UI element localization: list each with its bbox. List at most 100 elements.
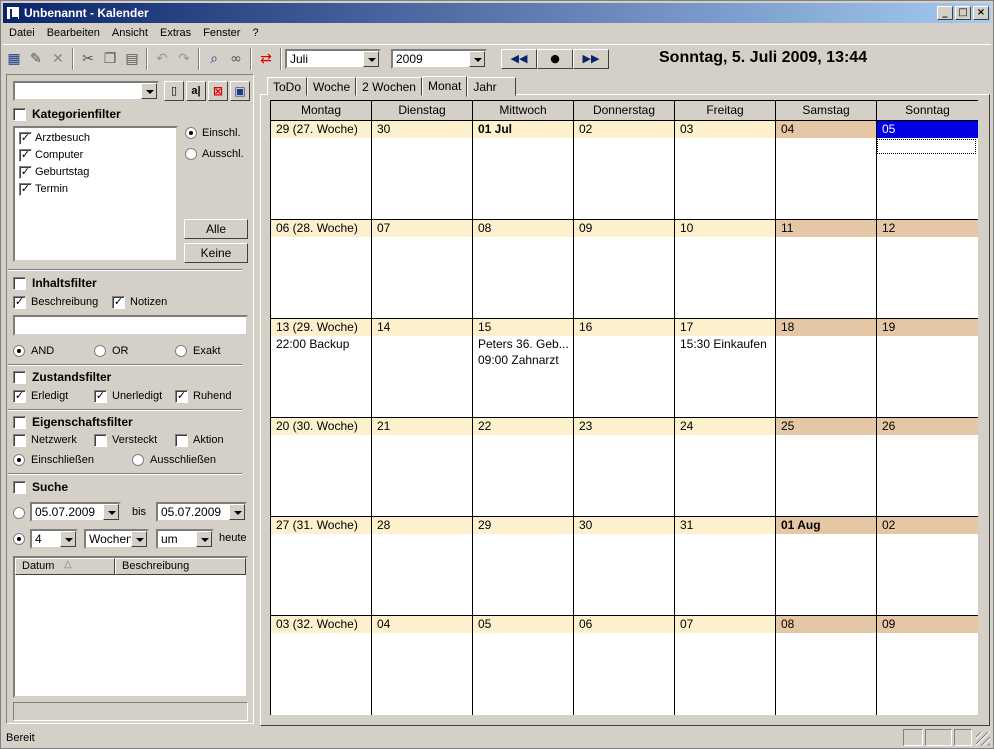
to-date-picker[interactable]: 05.07.2009 [156,502,247,522]
day-cell[interactable]: 17 15:30 Einkaufen [675,319,776,418]
beschreibung-checkbox[interactable]: ✓ [13,296,26,309]
day-cell[interactable]: 11 [776,220,877,319]
day-cell[interactable]: 03 (32. Woche) [271,616,372,715]
chevron-down-icon[interactable] [141,83,157,99]
paste-icon[interactable]: ▤ [121,48,143,70]
col-beschreibung-header[interactable]: Beschreibung [115,558,246,575]
day-cell[interactable]: 28 [372,517,473,616]
month-select[interactable]: Juli [285,48,381,69]
day-cell[interactable]: 26 [877,418,978,517]
edit-icon[interactable]: ✎ [25,48,47,70]
erledigt-checkbox[interactable]: ✓ [13,390,26,403]
ausschliessen-radio[interactable] [132,454,144,466]
day-cell[interactable]: 02 [877,517,978,616]
minimize-button[interactable]: _ [937,6,953,20]
tab-monat[interactable]: Monat [421,76,468,97]
tab-todo[interactable]: ToDo [267,77,308,96]
selection-box[interactable] [877,139,976,154]
day-cell[interactable]: 25 [776,418,877,517]
aktion-checkbox[interactable] [175,434,188,447]
day-cell[interactable]: 10 [675,220,776,319]
category-checkbox-termin[interactable]: ✓ [19,183,32,196]
day-cell[interactable]: 07 [372,220,473,319]
einschl-radio[interactable] [185,127,197,139]
find-next-icon[interactable]: ∞ [225,48,247,70]
day-cell[interactable]: 31 [675,517,776,616]
chevron-down-icon[interactable] [229,504,245,520]
delete-icon[interactable]: ✕ [47,48,69,70]
calendar-event[interactable]: 15:30 Einkaufen [675,336,775,352]
tab-2-wochen[interactable]: 2 Wochen [356,77,422,96]
tab-jahr[interactable]: Jahr [467,77,516,96]
suche-checkbox[interactable] [13,481,26,494]
calendar-event[interactable]: 22:00 Backup [271,336,371,352]
chevron-down-icon[interactable] [196,531,212,547]
cut-icon[interactable]: ✂ [77,48,99,70]
day-cell[interactable]: 09 [877,616,978,715]
results-list[interactable]: Datum △ Beschreibung [13,556,248,698]
day-cell[interactable]: 27 (31. Woche) [271,517,372,616]
rename-filter-button[interactable]: a| [186,81,206,101]
sync-icon[interactable]: ⇄ [255,48,277,70]
day-cell[interactable]: 06 [574,616,675,715]
day-cell[interactable]: 12 [877,220,978,319]
day-cell[interactable]: 21 [372,418,473,517]
menu-datei[interactable]: Datei [3,27,41,39]
menu-fenster[interactable]: Fenster [197,27,246,39]
inhaltsfilter-checkbox[interactable] [13,277,26,290]
day-cell[interactable]: 24 [675,418,776,517]
netzwerk-checkbox[interactable] [13,434,26,447]
day-cell[interactable]: 05 [877,121,978,220]
day-cell[interactable]: 29 [473,517,574,616]
day-cell[interactable]: 08 [776,616,877,715]
day-cell[interactable]: 08 [473,220,574,319]
menu-extras[interactable]: Extras [154,27,197,39]
category-checkbox-computer[interactable]: ✓ [19,149,32,162]
day-cell[interactable]: 02 [574,121,675,220]
day-cell[interactable]: 14 [372,319,473,418]
col-datum-header[interactable]: Datum △ [15,558,115,575]
menu-help[interactable]: ? [246,27,264,39]
day-cell[interactable]: 19 [877,319,978,418]
filter-preset-select[interactable] [13,81,159,101]
day-cell[interactable]: 16 [574,319,675,418]
unit-select[interactable]: Wochen [84,529,149,549]
day-cell[interactable]: 18 [776,319,877,418]
count-select[interactable]: 4 [30,529,78,549]
day-cell[interactable]: 05 [473,616,574,715]
date-range-radio[interactable] [13,507,25,519]
um-select[interactable]: um [156,529,214,549]
day-cell[interactable]: 13 (29. Woche) 22:00 Backup [271,319,372,418]
day-cell[interactable]: 01 Aug [776,517,877,616]
calendar-event[interactable]: Peters 36. Geb... [473,336,573,352]
chevron-down-icon[interactable] [363,50,379,67]
keine-button[interactable]: Keine [184,243,248,263]
zustandsfilter-checkbox[interactable] [13,371,26,384]
relative-range-radio[interactable] [13,533,25,545]
copy-icon[interactable]: ❐ [99,48,121,70]
day-cell[interactable]: 09 [574,220,675,319]
kategorienfilter-checkbox[interactable] [13,108,26,121]
ausschl-radio[interactable] [185,148,197,160]
next-button[interactable]: ▶▶ [573,48,609,69]
year-select[interactable]: 2009 [391,48,487,69]
day-cell[interactable]: 06 (28. Woche) [271,220,372,319]
eigenschaftsfilter-checkbox[interactable] [13,416,26,429]
content-filter-input[interactable] [13,315,248,336]
day-cell[interactable]: 23 [574,418,675,517]
day-cell[interactable]: 07 [675,616,776,715]
delete-filter-button[interactable]: ⊠ [208,81,228,101]
maximize-button[interactable]: □ [955,6,971,20]
resize-grip-icon[interactable] [976,732,990,746]
chevron-down-icon[interactable] [131,531,147,547]
or-radio[interactable] [94,345,106,357]
day-cell[interactable]: 04 [372,616,473,715]
prev-button[interactable]: ◀◀ [501,48,537,69]
day-cell[interactable]: 20 (30. Woche) [271,418,372,517]
alle-button[interactable]: Alle [184,219,248,239]
category-checkbox-arztbesuch[interactable]: ✓ [19,132,32,145]
day-cell[interactable]: 29 (27. Woche) [271,121,372,220]
versteckt-checkbox[interactable] [94,434,107,447]
chevron-down-icon[interactable] [60,531,76,547]
tab-woche[interactable]: Woche [307,77,357,96]
